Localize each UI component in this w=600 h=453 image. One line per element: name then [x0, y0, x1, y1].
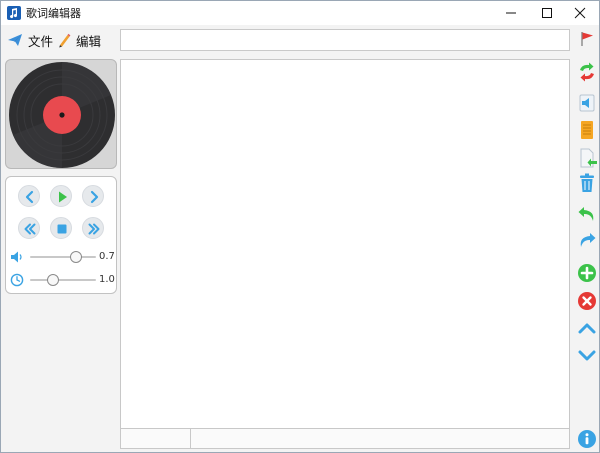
rewind-button[interactable] [18, 217, 40, 239]
lyrics-file-button[interactable] [576, 119, 598, 141]
prev-line-button[interactable] [18, 185, 40, 207]
status-cell-time [121, 429, 191, 449]
speed-value: 1.0 [99, 274, 115, 285]
next-line-button[interactable] [82, 185, 104, 207]
stop-button[interactable] [50, 217, 72, 239]
play-button[interactable] [50, 185, 72, 207]
volume-value: 0.7 [99, 251, 115, 262]
refresh-button[interactable] [576, 61, 598, 83]
album-disc-panel [5, 59, 117, 169]
file-menu[interactable]: 文件 [7, 31, 53, 49]
speed-slider-thumb[interactable] [47, 274, 60, 286]
remove-line-button[interactable] [576, 290, 598, 312]
double-chevron-left-icon [24, 223, 36, 235]
edit-menu[interactable]: 编辑 [57, 31, 101, 49]
volume-slider-track[interactable] [30, 256, 96, 258]
delete-all-button[interactable] [576, 172, 598, 194]
undo-icon [578, 207, 594, 221]
status-bar [121, 428, 569, 449]
pencil-icon [59, 33, 71, 48]
window-title: 歌词编辑器 [26, 7, 81, 20]
close-icon [574, 7, 586, 19]
add-icon [578, 264, 596, 282]
stop-icon [57, 224, 67, 234]
up-icon [578, 323, 596, 334]
lyrics-list[interactable] [120, 59, 570, 449]
undo-button[interactable] [576, 204, 598, 226]
speed-slider-track[interactable] [30, 279, 96, 281]
flag-icon [581, 32, 593, 46]
move-up-button[interactable] [576, 317, 598, 339]
redo-icon [580, 233, 596, 247]
volume-icon [11, 251, 22, 263]
paper-plane-icon [8, 34, 22, 46]
notes-icon [581, 121, 593, 139]
refresh-icon [580, 62, 594, 82]
chevron-right-icon [90, 190, 99, 204]
down-icon [578, 350, 596, 361]
move-down-button[interactable] [576, 344, 598, 366]
help-button[interactable] [576, 428, 598, 450]
speaker-icon [579, 94, 595, 112]
flag-button[interactable] [579, 31, 595, 50]
clock-icon [10, 273, 24, 287]
volume-slider-thumb[interactable] [70, 251, 83, 263]
fast-forward-button[interactable] [82, 217, 104, 239]
redo-button[interactable] [576, 230, 598, 252]
title-bar: 歌词编辑器 [1, 1, 599, 25]
file-menu-label: 文件 [28, 33, 54, 49]
trash-icon [580, 173, 594, 192]
double-chevron-right-icon [88, 223, 100, 235]
app-window: 歌词编辑器 文件 编辑 0.7 1.0 [0, 0, 600, 453]
delete-icon [578, 292, 596, 310]
status-cell-info [191, 429, 569, 449]
vinyl-record-icon [9, 62, 115, 168]
close-button[interactable] [558, 1, 600, 25]
edit-menu-label: 编辑 [76, 33, 102, 49]
import-icon [580, 148, 597, 168]
play-icon [59, 191, 67, 203]
lyric-line-input[interactable] [120, 29, 570, 51]
import-button[interactable] [576, 147, 598, 169]
app-logo-icon [7, 6, 21, 20]
help-icon [578, 430, 596, 448]
audio-button[interactable] [576, 92, 598, 114]
add-line-button[interactable] [576, 262, 598, 284]
minimize-icon [506, 12, 516, 14]
maximize-icon [542, 8, 552, 18]
chevron-left-icon [25, 190, 34, 204]
playback-controls-panel: 0.7 1.0 [5, 176, 117, 294]
